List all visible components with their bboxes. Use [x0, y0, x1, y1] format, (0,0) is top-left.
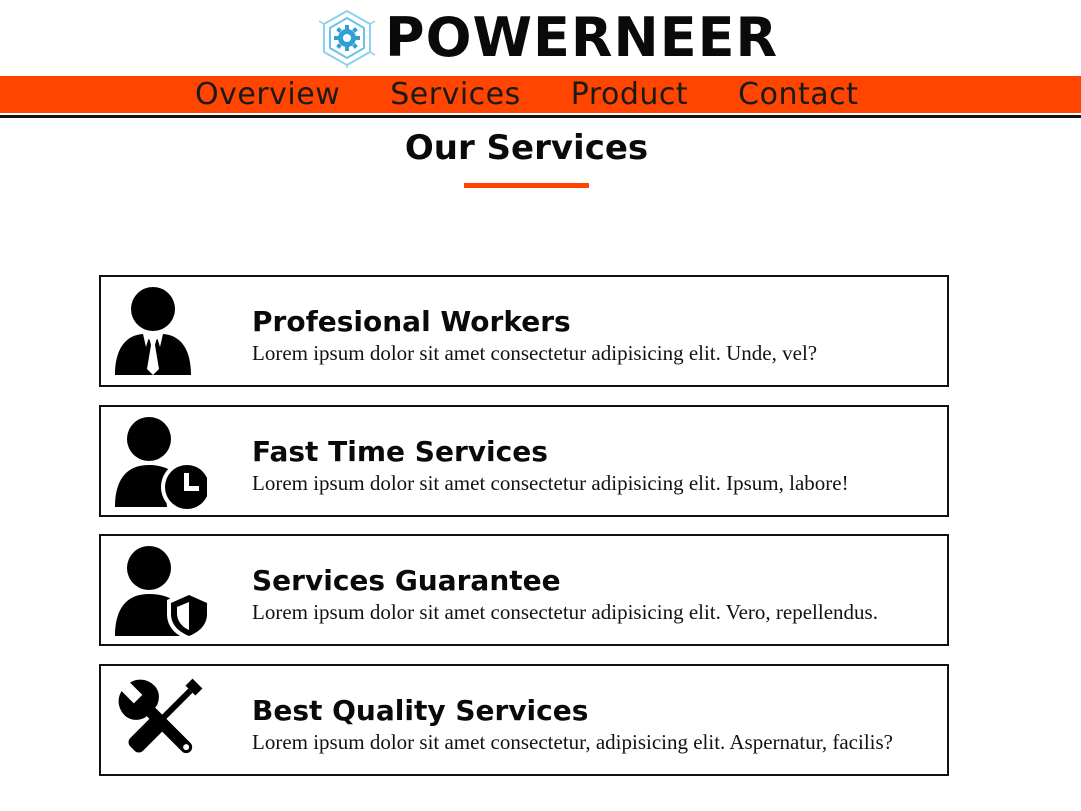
service-description: Lorem ipsum dolor sit amet consectetur a…: [252, 471, 849, 495]
section-title: Our Services: [404, 128, 649, 168]
service-card-professional-workers: Profesional Workers Lorem ipsum dolor si…: [99, 275, 949, 387]
businessman-icon: [115, 287, 191, 375]
nav-item-services[interactable]: Services: [390, 76, 521, 113]
nav-item-overview[interactable]: Overview: [195, 76, 340, 113]
site-header: POWERNEER: [0, 0, 1081, 76]
service-title: Profesional Workers: [252, 305, 571, 338]
service-description: Lorem ipsum dolor sit amet consectetur a…: [252, 341, 818, 365]
hexagon-gear-logo-icon: [318, 9, 376, 68]
brand[interactable]: POWERNEER: [317, 4, 778, 72]
user-clock-icon: [115, 417, 207, 509]
title-underline: [464, 183, 589, 188]
service-card-best-quality: Best Quality Services Lorem ipsum dolor …: [99, 664, 949, 776]
brand-name: POWERNEER: [385, 6, 779, 69]
tools-icon: [118, 678, 203, 754]
service-title: Services Guarantee: [252, 564, 561, 597]
service-description: Lorem ipsum dolor sit amet consectetur, …: [252, 730, 893, 754]
service-title: Fast Time Services: [252, 435, 548, 468]
user-shield-icon: [115, 546, 207, 638]
service-card-fast-time: Fast Time Services Lorem ipsum dolor sit…: [99, 405, 949, 517]
service-card-guarantee: Services Guarantee Lorem ipsum dolor sit…: [99, 534, 949, 646]
nav-item-product[interactable]: Product: [571, 76, 688, 113]
service-description: Lorem ipsum dolor sit amet consectetur a…: [252, 600, 878, 624]
service-title: Best Quality Services: [252, 694, 589, 727]
nav-item-contact[interactable]: Contact: [738, 76, 858, 113]
main-navbar: Overview Services Product Contact: [0, 76, 1081, 115]
nav-list: Overview Services Product Contact: [195, 76, 908, 113]
